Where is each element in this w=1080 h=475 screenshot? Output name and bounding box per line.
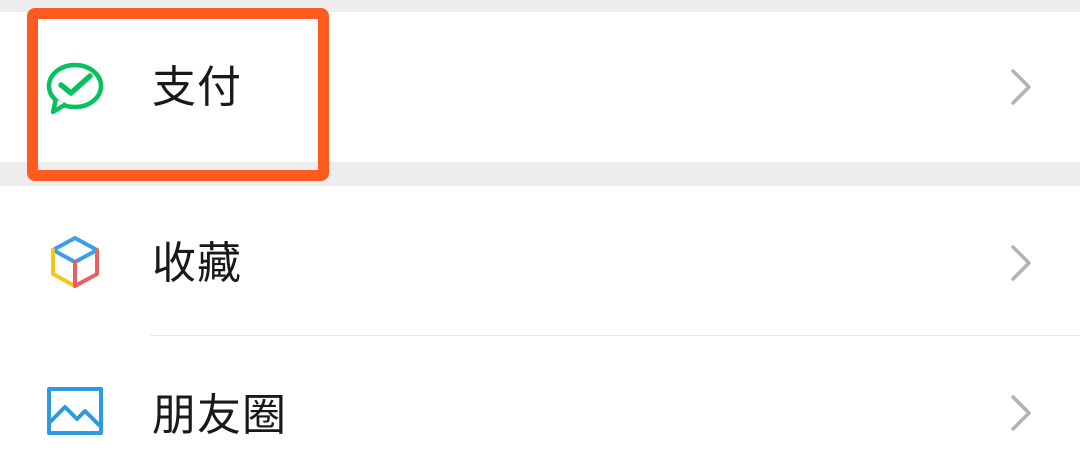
menu-item-favorites[interactable]: 收藏 [0,186,1080,336]
menu-item-pay-label: 支付 [152,62,242,113]
menu-item-moments-label: 朋友圈 [152,390,287,441]
menu-item-pay[interactable]: 支付 [0,12,1080,162]
favorites-cube-icon [51,236,99,288]
menu-item-favorites-label: 收藏 [152,238,242,289]
chevron-right-icon [1011,69,1031,105]
top-gap [0,0,1080,12]
wechat-pay-icon [46,62,104,115]
moments-image-icon [47,387,103,435]
menu-item-moments[interactable]: 朋友圈 [0,336,1080,475]
chevron-right-icon [1011,245,1031,281]
chevron-right-icon [1011,395,1031,431]
